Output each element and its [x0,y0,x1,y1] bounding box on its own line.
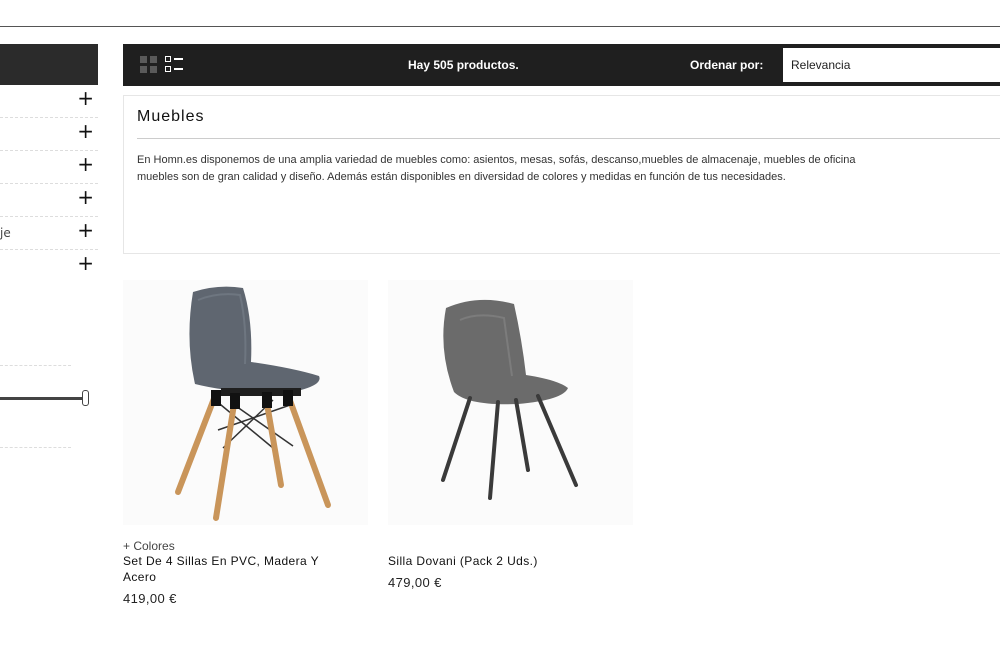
header-divider [0,26,1000,27]
chair-pvc-illustration [175,286,331,521]
filter-sidebar: + + + + je + + [0,44,98,283]
list-view-icon[interactable] [165,56,183,74]
product-colors-link[interactable]: + Colores [123,539,368,553]
sort-selected-value: Relevancia [791,58,851,72]
category-description-text: En Homn.es disponemos de una amplia vari… [137,152,1000,186]
sidebar-category-2[interactable]: + [0,118,98,151]
title-divider [137,138,1000,139]
description-line: muebles son de gran calidad y diseño. Ad… [137,171,786,183]
product-colors-link[interactable] [388,539,633,553]
description-line: En Homn.es disponemos de una amplia vari… [137,154,856,166]
sort-label: Ordenar por: [690,58,764,72]
product-toolbar: Hay 505 productos. Ordenar por: Relevanc… [123,44,1000,86]
price-slider-handle[interactable] [82,390,89,406]
category-description: Muebles En Homn.es disponemos de una amp… [123,95,1000,254]
product-image[interactable] [123,280,368,525]
product-image[interactable] [388,280,633,525]
product-price: 419,00 € [123,591,177,606]
product-price: 479,00 € [388,575,442,590]
product-name[interactable]: Set De 4 Sillas En PVC, Madera Y Acero [123,553,353,585]
expand-plus-icon[interactable]: + [77,121,94,141]
filter-divider [0,447,71,448]
filter-divider [0,365,71,366]
expand-plus-icon[interactable]: + [77,88,94,108]
expand-plus-icon[interactable]: + [77,154,94,174]
product-count: Hay 505 productos. [408,58,519,72]
sidebar-header [0,44,98,85]
sidebar-category-1[interactable]: + [0,85,98,118]
sidebar-category-4[interactable]: + [0,184,98,217]
expand-plus-icon[interactable]: + [77,253,94,273]
product-card[interactable]: Silla Dovani (Pack 2 Uds.) 479,00 € [388,280,633,590]
sidebar-category-label: je [0,226,11,240]
sort-select[interactable]: Relevancia [783,48,1000,82]
category-title: Muebles [137,108,205,125]
price-slider-track[interactable] [0,397,86,400]
expand-plus-icon[interactable]: + [77,187,94,207]
sidebar-category-6[interactable]: + [0,250,98,283]
sidebar-category-5[interactable]: je + [0,217,98,250]
chair-dovani-illustration [441,299,578,500]
product-card[interactable]: + Colores Set De 4 Sillas En PVC, Madera… [123,280,368,606]
grid-view-icon[interactable] [140,56,158,74]
expand-plus-icon[interactable]: + [77,220,94,240]
sidebar-category-3[interactable]: + [0,151,98,184]
product-name[interactable]: Silla Dovani (Pack 2 Uds.) [388,553,618,569]
